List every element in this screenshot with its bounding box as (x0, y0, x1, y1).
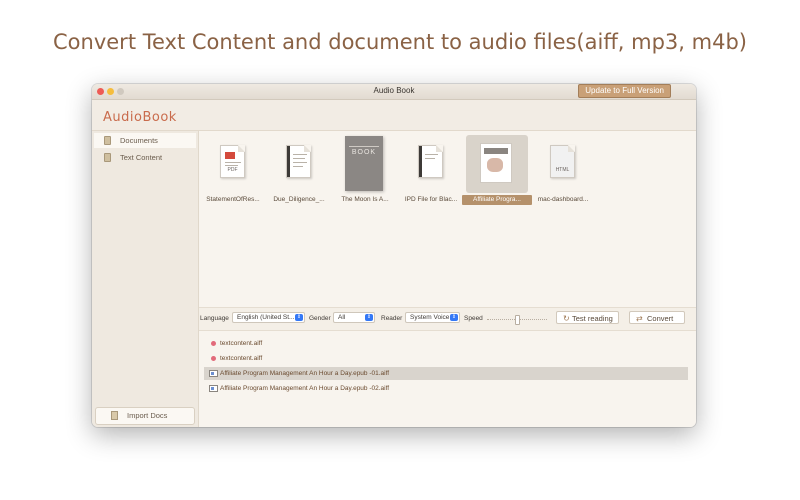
import-icon (111, 411, 118, 420)
file-type-tag: HTML (555, 167, 570, 173)
chevron-updown-icon: ⇕ (295, 314, 303, 321)
chevron-updown-icon: ⇕ (450, 314, 458, 321)
output-file-name: textcontent.aiff (220, 355, 263, 362)
text-icon (104, 153, 111, 162)
speed-slider-knob[interactable] (515, 315, 520, 325)
brand-bar: AudioBook (92, 100, 696, 131)
epub-cover-icon (480, 143, 512, 183)
sidebar-item-documents[interactable]: Documents (94, 133, 196, 148)
output-file-name: textcontent.aiff (220, 340, 263, 347)
book-cover-text: BOOK (351, 149, 377, 156)
document-label: The Moon Is A... (341, 196, 389, 203)
convert-button[interactable]: ⇄ Convert (629, 311, 685, 324)
file-type-tag: PDF (227, 167, 238, 173)
refresh-icon: ↻ (563, 314, 570, 323)
reader-select[interactable]: System Voice ⇕ (405, 312, 460, 323)
document-label: mac-dashboard... (537, 196, 589, 203)
gender-value: All (338, 314, 346, 321)
language-select[interactable]: English (United St... ⇕ (232, 312, 305, 323)
language-value: English (United St... (237, 314, 295, 321)
output-file-name: Affiliate Program Management An Hour a D… (220, 385, 390, 392)
update-full-version-button[interactable]: Update to Full Version (578, 84, 671, 98)
document-item[interactable]: Due_Diligence_... (268, 135, 330, 205)
document-item[interactable]: HTML mac-dashboard... (532, 135, 594, 205)
document-item[interactable]: PDF StatementOfRes... (202, 135, 264, 205)
document-file-icon (418, 145, 443, 178)
list-item[interactable]: Affiliate Program Management An Hour a D… (204, 367, 688, 380)
book-cover-icon: BOOK (345, 136, 383, 191)
gender-select[interactable]: All ⇕ (333, 312, 375, 323)
title-bar[interactable]: Audio Book Update to Full Version (92, 84, 696, 100)
document-label: StatementOfRes... (206, 196, 260, 203)
document-file-icon (286, 145, 311, 178)
document-label: Affiliate Progra... (462, 195, 532, 205)
pdf-file-icon: PDF (220, 145, 245, 178)
sidebar-item-text-content[interactable]: Text Content (94, 150, 196, 165)
dot-icon (211, 341, 216, 346)
convert-label: Convert (647, 314, 674, 323)
document-label: IPD File for Blac... (404, 196, 458, 203)
convert-icon: ⇄ (636, 314, 643, 323)
import-docs-button[interactable]: Import Docs (95, 407, 195, 425)
document-item[interactable]: BOOK The Moon Is A... (334, 135, 396, 205)
document-label: Due_Diligence_... (273, 196, 325, 203)
image-file-icon (209, 370, 218, 377)
import-docs-label: Import Docs (127, 411, 168, 420)
dot-icon (211, 356, 216, 361)
list-item[interactable]: textcontent.aiff (204, 352, 688, 365)
test-reading-button[interactable]: ↻ Test reading (556, 311, 619, 324)
image-file-icon (209, 385, 218, 392)
document-thumbnail (400, 135, 462, 193)
gender-label: Gender (309, 315, 331, 322)
documents-grid: PDF StatementOfRes... Due_Diligence_... (199, 131, 696, 307)
document-item[interactable]: Affiliate Progra... (462, 135, 532, 205)
app-window: Audio Book Update to Full Version AudioB… (92, 84, 696, 427)
reader-value: System Voice (410, 314, 450, 321)
sidebar: Documents Text Content Import Docs (92, 131, 199, 427)
list-item[interactable]: Affiliate Program Management An Hour a D… (204, 382, 688, 395)
document-thumbnail (466, 135, 528, 193)
test-reading-label: Test reading (572, 314, 613, 323)
sidebar-item-label: Documents (120, 136, 158, 145)
document-thumbnail (268, 135, 330, 193)
sidebar-item-label: Text Content (120, 153, 163, 162)
chevron-updown-icon: ⇕ (365, 314, 373, 321)
output-file-list: textcontent.aiff textcontent.aiff Affili… (199, 331, 696, 427)
conversion-controls: Language English (United St... ⇕ Gender … (199, 307, 696, 331)
document-thumbnail: PDF (202, 135, 264, 193)
document-icon (104, 136, 111, 145)
language-label: Language (200, 315, 229, 322)
speed-label: Speed (464, 315, 483, 322)
html-file-icon: HTML (550, 145, 575, 178)
list-item[interactable]: textcontent.aiff (204, 337, 688, 350)
reader-label: Reader (381, 315, 403, 322)
output-file-name: Affiliate Program Management An Hour a D… (220, 370, 390, 377)
app-logo: AudioBook (103, 110, 177, 125)
document-item[interactable]: IPD File for Blac... (400, 135, 462, 205)
headline: Convert Text Content and document to aud… (53, 30, 747, 54)
document-thumbnail: HTML (532, 135, 594, 193)
document-thumbnail: BOOK (334, 135, 396, 193)
